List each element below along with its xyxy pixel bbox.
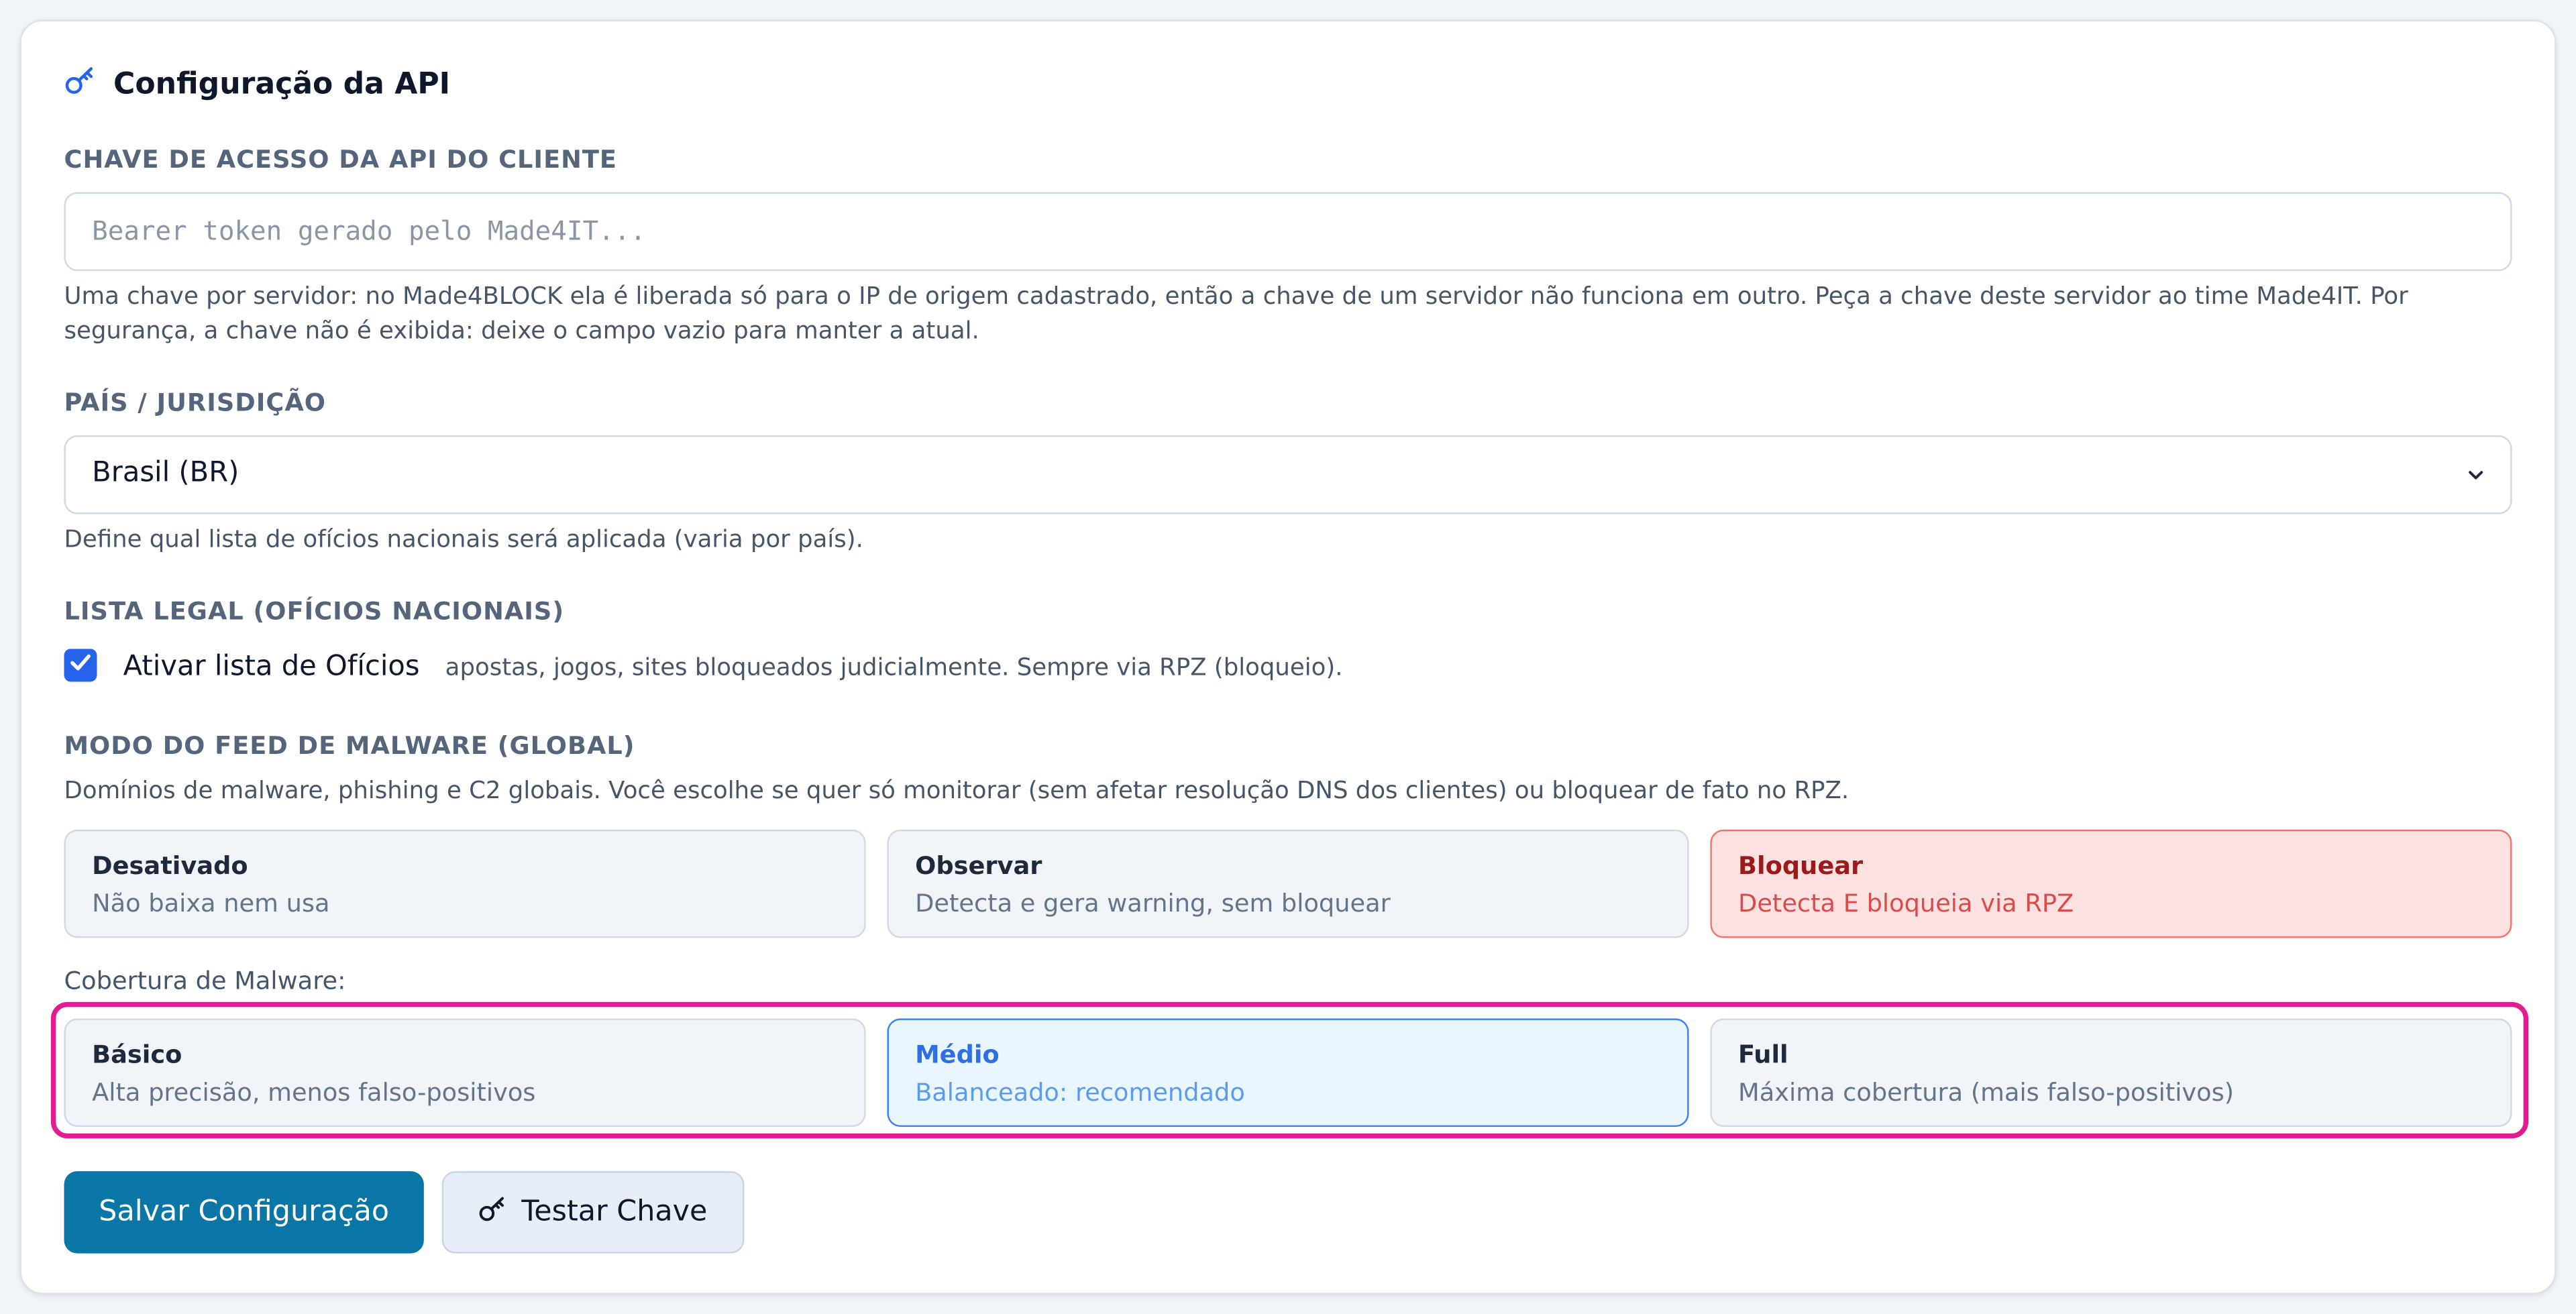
api-key-help: Uma chave por servidor: no Made4BLOCK el… — [64, 281, 2520, 350]
malware-mode-help: Domínios de malware, phishing e C2 globa… — [64, 778, 1849, 806]
option-title: Desativado — [92, 851, 248, 881]
malware-mode-label: MODO DO FEED DE MALWARE (GLOBAL) — [64, 730, 635, 761]
chevron-down-icon — [2464, 461, 2487, 493]
api-key-help-line-2: segurança, a chave não é exibida: deixe … — [64, 319, 979, 345]
api-key-placeholder: Bearer token gerado pelo Made4IT... — [92, 215, 646, 247]
malware-mode-option-block[interactable]: Bloquear Detecta E bloqueia via RPZ — [1710, 829, 2512, 938]
malware-mode-option-disabled[interactable]: Desativado Não baixa nem usa — [64, 829, 866, 938]
option-description: Não baixa nem usa — [92, 888, 330, 918]
save-config-button[interactable]: Salvar Configuração — [64, 1171, 424, 1254]
check-icon — [67, 649, 93, 681]
api-key-label: CHAVE DE ACESSO DA API DO CLIENTE — [64, 144, 618, 174]
save-config-button-label: Salvar Configuração — [99, 1195, 390, 1229]
country-selected-value: Brasil (BR) — [92, 456, 239, 490]
test-key-button-label: Testar Chave — [521, 1195, 708, 1229]
legal-list-checkbox[interactable] — [64, 649, 97, 682]
country-select[interactable]: Brasil (BR) — [64, 435, 2512, 514]
coverage-label: Cobertura de Malware: — [64, 966, 346, 996]
option-description: Detecta e gera warning, sem bloquear — [915, 888, 1391, 918]
api-key-input[interactable]: Bearer token gerado pelo Made4IT... — [64, 192, 2512, 272]
option-description: Detecta E bloqueia via RPZ — [1738, 888, 2074, 918]
test-key-button[interactable]: Testar Chave — [441, 1171, 745, 1254]
card-header: Configuração da API — [64, 64, 451, 105]
key-icon — [64, 64, 97, 105]
legal-list-label: LISTA LEGAL (OFÍCIOS NACIONAIS) — [64, 596, 565, 626]
malware-mode-option-observe[interactable]: Observar Detecta e gera warning, sem blo… — [887, 829, 1689, 938]
option-title: Observar — [915, 851, 1042, 881]
legal-list-checkbox-label[interactable]: Ativar lista de Ofícios — [123, 651, 420, 683]
legal-list-description: apostas, jogos, sites bloqueados judicia… — [445, 655, 1343, 682]
key-icon — [479, 1193, 508, 1231]
api-config-card: Configuração da API CHAVE DE ACESSO DA A… — [19, 19, 2557, 1295]
country-help: Define qual lista de ofícios nacionais s… — [64, 527, 863, 554]
api-key-help-line-1: Uma chave por servidor: no Made4BLOCK el… — [64, 284, 2408, 311]
coverage-highlight-frame — [50, 1001, 2529, 1139]
option-title: Bloquear — [1738, 851, 1864, 881]
country-label: PAÍS / JURISDIÇÃO — [64, 387, 326, 418]
card-title: Configuração da API — [113, 67, 451, 102]
